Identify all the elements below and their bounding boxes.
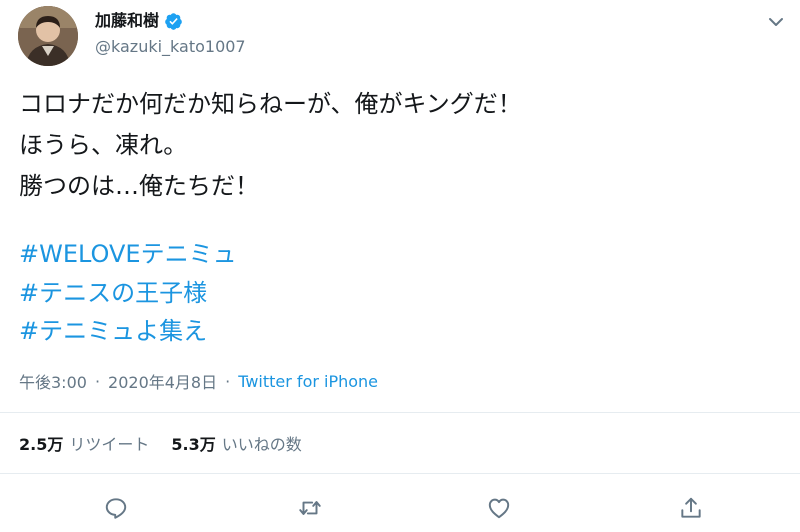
- retweets-label: リツイート: [69, 435, 150, 454]
- tweet-date[interactable]: 2020年4月8日: [108, 369, 217, 393]
- tweet-card: 加藤和樹 @kazuki_kato1007 コロナだか何だか知らねーが、俺がキン…: [0, 0, 800, 532]
- divider: [0, 473, 800, 474]
- tweet-meta: 午後3:00 · 2020年4月8日 · Twitter for iPhone: [19, 369, 378, 393]
- tweet-stats: 2.5万 リツイート 5.3万 いいねの数: [19, 431, 302, 455]
- share-icon: [681, 497, 701, 518]
- hashtag-link[interactable]: #テニスの王子様: [19, 277, 207, 309]
- reply-icon: [105, 498, 127, 519]
- hashtag-link[interactable]: #WELOVEテニミュ: [19, 238, 237, 270]
- display-name[interactable]: 加藤和樹: [95, 10, 159, 32]
- tweet-time[interactable]: 午後3:00: [19, 369, 87, 393]
- retweets-stat[interactable]: 2.5万 リツイート: [19, 431, 149, 455]
- avatar[interactable]: [18, 6, 78, 66]
- likes-label: いいねの数: [221, 435, 302, 454]
- meta-separator: ·: [94, 371, 101, 391]
- tweet-text-line: 勝つのは…俺たちだ！: [19, 172, 259, 200]
- likes-stat[interactable]: 5.3万 いいねの数: [171, 431, 301, 455]
- tweet-text-line: ほうら、凍れ。: [19, 131, 188, 159]
- hashtag-link[interactable]: #テニミュよ集え: [19, 315, 207, 347]
- like-button[interactable]: [486, 495, 512, 521]
- divider: [0, 412, 800, 413]
- meta-separator: ·: [225, 371, 231, 391]
- chevron-down-icon[interactable]: [764, 10, 788, 34]
- retweet-button[interactable]: [297, 495, 323, 521]
- tweet-source-link[interactable]: Twitter for iPhone: [238, 372, 378, 391]
- tweet-text-line: コロナだか何だか知らねーが、俺がキングだ！: [19, 90, 522, 118]
- author-name-row[interactable]: 加藤和樹: [95, 9, 183, 33]
- likes-count: 5.3万: [171, 435, 216, 454]
- retweet-icon: [299, 501, 321, 515]
- reply-button[interactable]: [103, 495, 129, 521]
- avatar-image: [18, 6, 78, 66]
- verified-badge-icon: [164, 12, 183, 31]
- heart-icon: [488, 498, 510, 519]
- share-button[interactable]: [678, 495, 704, 521]
- username-handle[interactable]: @kazuki_kato1007: [95, 36, 246, 58]
- retweets-count: 2.5万: [19, 435, 64, 454]
